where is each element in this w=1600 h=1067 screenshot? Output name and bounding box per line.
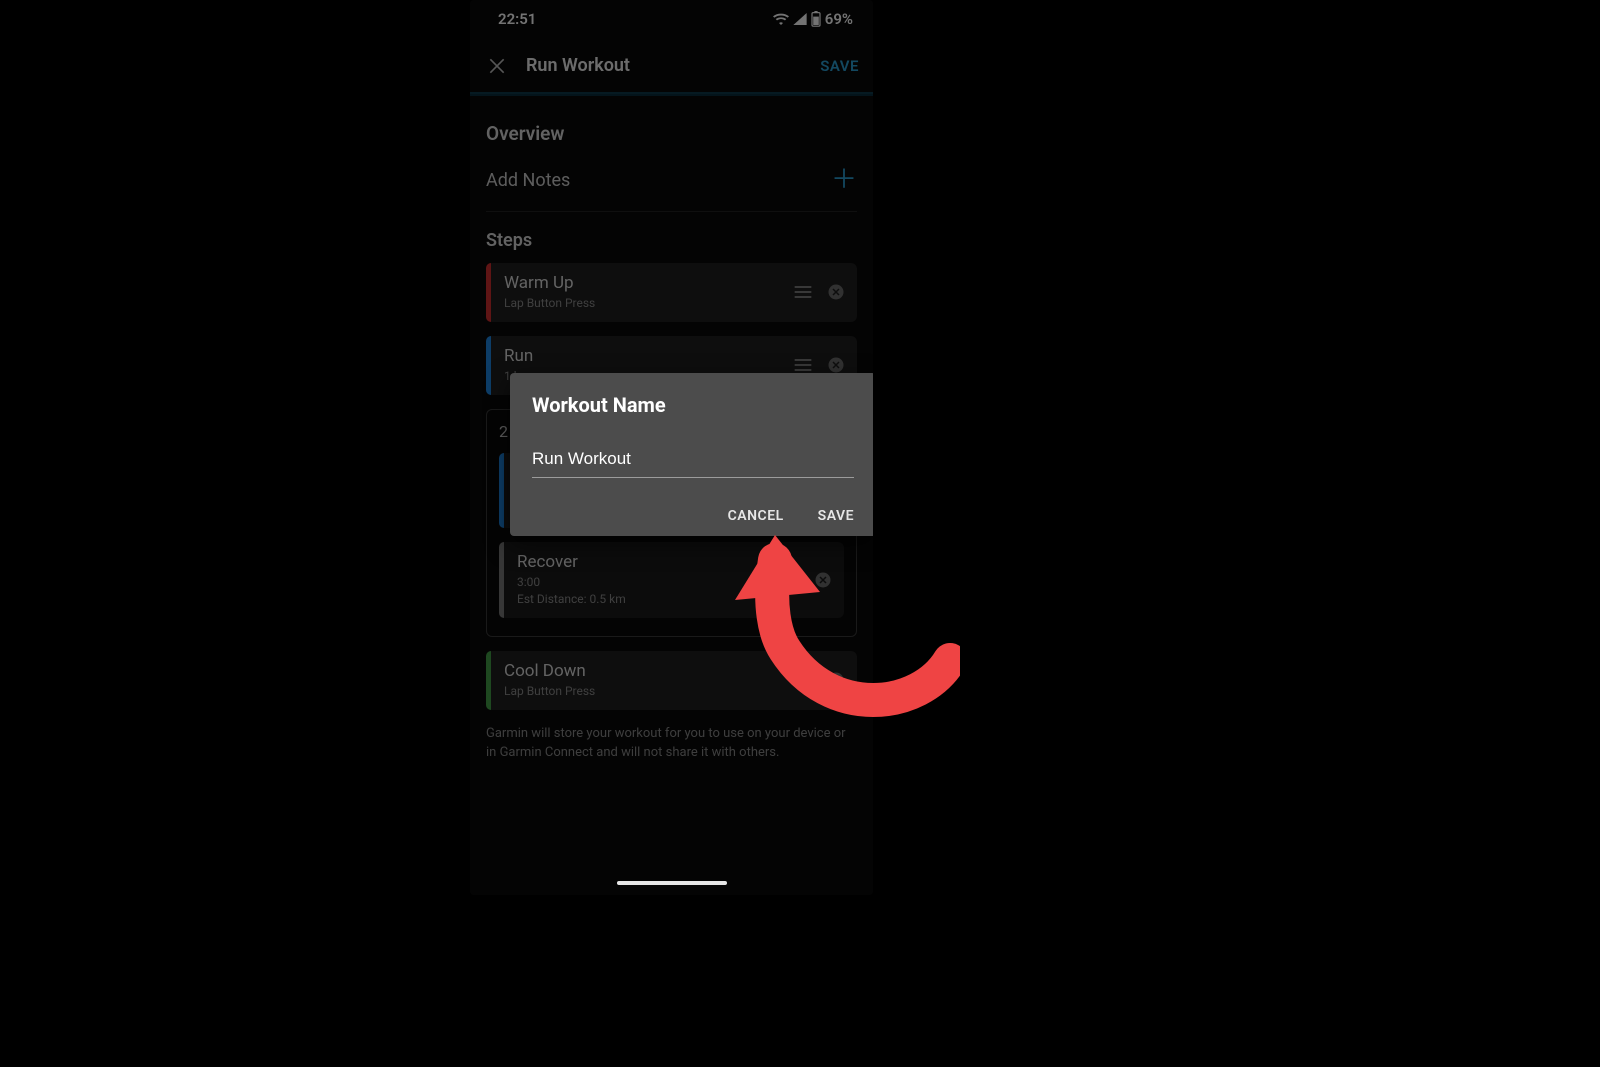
remove-step-icon[interactable] xyxy=(827,671,845,689)
step-color-bar xyxy=(486,263,491,322)
step-subtext: Lap Button Press xyxy=(504,683,793,700)
step-text: Recover 3:00 Est Distance: 0.5 km xyxy=(517,552,780,608)
step-actions xyxy=(793,283,845,301)
step-actions xyxy=(780,571,832,589)
workout-name-dialog: Workout Name CANCEL SAVE xyxy=(510,373,873,536)
status-right-cluster: 69% xyxy=(773,10,853,28)
drag-handle-icon[interactable] xyxy=(793,358,813,372)
remove-step-icon[interactable] xyxy=(827,283,845,301)
step-subtext: Lap Button Press xyxy=(504,295,793,312)
step-name: Recover xyxy=(517,552,780,572)
remove-step-icon[interactable] xyxy=(827,356,845,374)
add-notes-label: Add Notes xyxy=(486,170,570,191)
step-recover[interactable]: Recover 3:00 Est Distance: 0.5 km xyxy=(499,542,844,618)
step-actions xyxy=(793,356,845,374)
drag-handle-icon[interactable] xyxy=(793,285,813,299)
drag-handle-icon[interactable] xyxy=(793,673,813,687)
gesture-bar xyxy=(617,881,727,885)
screen-title: Run Workout xyxy=(526,55,820,76)
step-color-bar xyxy=(486,336,491,395)
workout-name-input[interactable] xyxy=(532,445,854,478)
dialog-save-button[interactable]: SAVE xyxy=(818,508,854,524)
add-notes-row[interactable]: Add Notes ＋ xyxy=(486,159,857,212)
step-name: Warm Up xyxy=(504,273,793,293)
step-name: Cool Down xyxy=(504,661,793,681)
battery-icon xyxy=(811,11,821,27)
cancel-button[interactable]: CANCEL xyxy=(728,508,784,524)
footer-note: Garmin will store your workout for you t… xyxy=(486,724,857,763)
step-name: Run xyxy=(504,346,793,366)
plus-icon[interactable]: ＋ xyxy=(831,167,857,193)
drag-handle-icon[interactable] xyxy=(780,573,800,587)
phone-frame: 22:51 69% Run Workout SAVE xyxy=(470,0,873,895)
dialog-title: Workout Name xyxy=(532,393,854,417)
step-subtext2: Est Distance: 0.5 km xyxy=(517,591,780,608)
wifi-icon xyxy=(773,13,789,25)
step-cool-down[interactable]: Cool Down Lap Button Press xyxy=(486,651,857,710)
battery-percent: 69% xyxy=(825,10,853,28)
save-button[interactable]: SAVE xyxy=(820,57,859,75)
stage: 22:51 69% Run Workout SAVE xyxy=(0,0,1600,1067)
status-time: 22:51 xyxy=(498,10,536,28)
step-subtext: 3:00 xyxy=(517,574,780,591)
step-text: Cool Down Lap Button Press xyxy=(504,661,793,700)
dialog-actions: CANCEL SAVE xyxy=(532,508,854,524)
status-bar: 22:51 69% xyxy=(470,0,873,38)
appbar-divider xyxy=(470,94,873,96)
step-color-bar xyxy=(499,453,504,529)
signal-icon xyxy=(793,13,807,25)
remove-step-icon[interactable] xyxy=(814,571,832,589)
close-icon[interactable] xyxy=(484,53,510,79)
step-color-bar xyxy=(486,651,491,710)
step-text: Warm Up Lap Button Press xyxy=(504,273,793,312)
step-actions xyxy=(793,671,845,689)
app-bar: Run Workout SAVE xyxy=(470,38,873,94)
overview-heading: Overview xyxy=(486,122,857,145)
step-color-bar xyxy=(499,542,504,618)
steps-heading: Steps xyxy=(486,230,857,251)
step-warm-up[interactable]: Warm Up Lap Button Press xyxy=(486,263,857,322)
